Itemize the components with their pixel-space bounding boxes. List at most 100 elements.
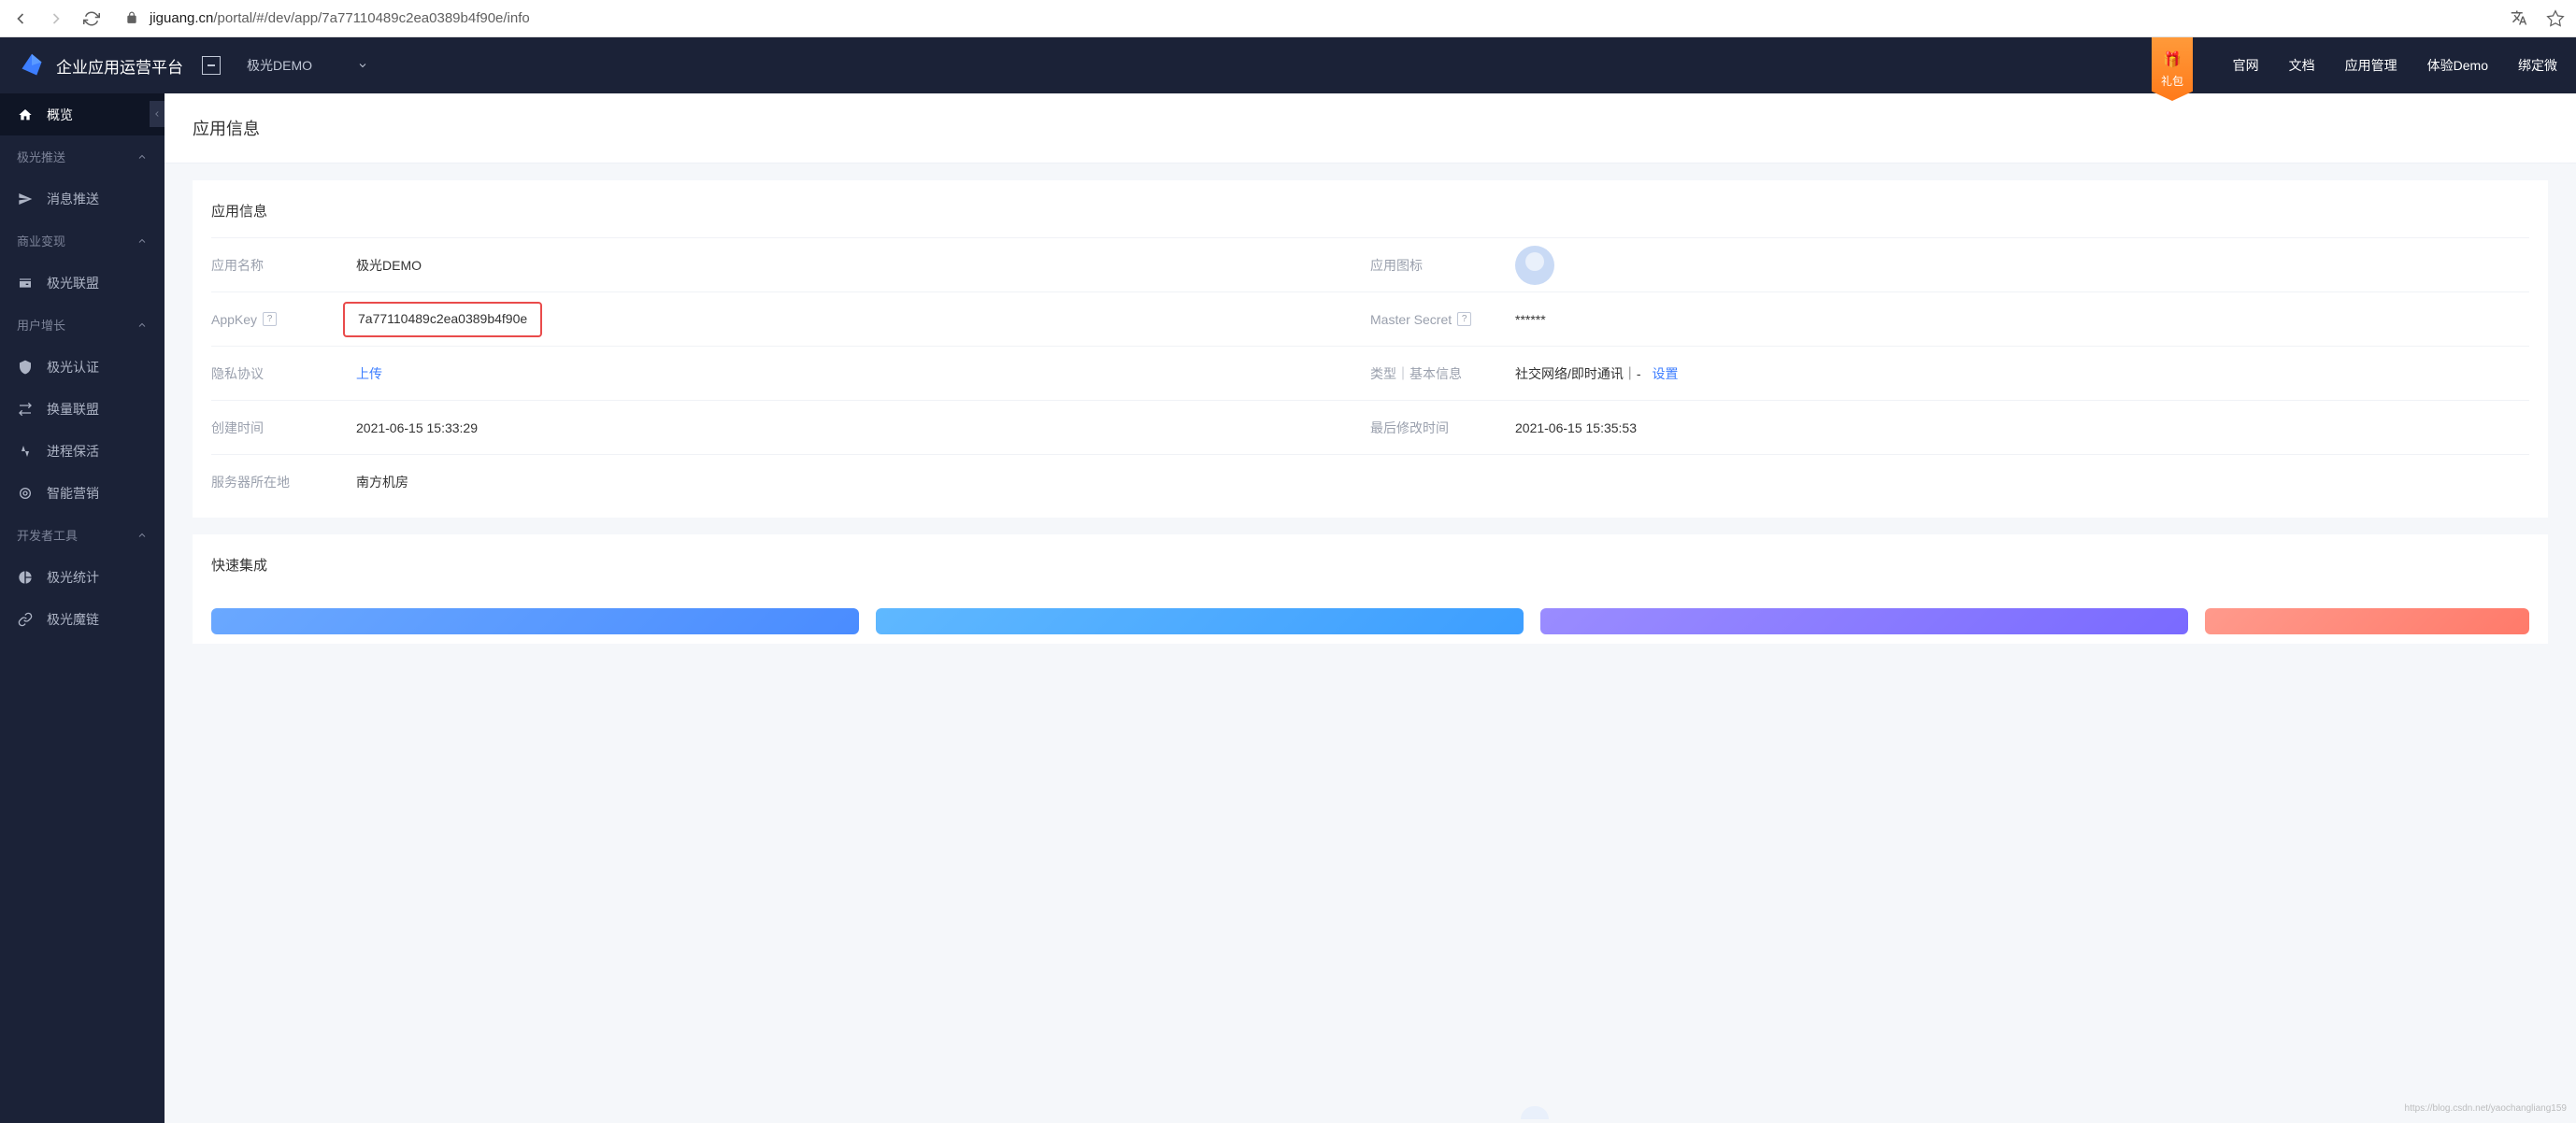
app-selector[interactable]: 极光DEMO: [247, 56, 368, 75]
value-appname: 极光DEMO: [356, 256, 422, 275]
header-nav: 官网 文档 应用管理 体验Demo 绑定微: [2233, 56, 2557, 75]
label-privacy: 隐私协议: [211, 364, 356, 383]
help-icon[interactable]: ?: [263, 312, 277, 326]
sidebar-item-marketing[interactable]: 智能营销: [0, 472, 165, 514]
value-typeinfo: 社交网络/即时通讯｜- 设置: [1515, 364, 1678, 383]
main-content: 应用信息 应用信息 应用名称 极光DEMO 应用图标 AppKe: [165, 93, 2576, 1123]
app-icon-avatar[interactable]: [1515, 246, 1554, 285]
sidebar-group-growth[interactable]: 用户增长: [0, 304, 165, 346]
sidebar-item-exchange[interactable]: 换量联盟: [0, 388, 165, 430]
quick-title: 快速集成: [211, 534, 2529, 591]
sidebar-group-devtools[interactable]: 开发者工具: [0, 514, 165, 556]
send-icon: [17, 191, 34, 207]
shield-icon: [17, 359, 34, 376]
chevron-down-icon: [357, 60, 368, 71]
link-icon: [17, 611, 34, 628]
sidebar-group-monetize[interactable]: 商业变现: [0, 220, 165, 262]
top-header: 企业应用运营平台 极光DEMO 🎁 礼包 官网 文档 应用管理 体验Demo 绑…: [0, 37, 2576, 93]
quick-card[interactable]: [211, 608, 859, 634]
heart-icon: [17, 443, 34, 460]
back-button[interactable]: [11, 9, 30, 28]
quick-card[interactable]: [1540, 608, 2188, 634]
nav-docs[interactable]: 文档: [2289, 56, 2315, 75]
sidebar-item-label: 极光认证: [47, 358, 99, 377]
nav-appmgmt[interactable]: 应用管理: [2345, 56, 2397, 75]
logo-icon: [19, 52, 45, 78]
label-appkey: AppKey ?: [211, 312, 356, 327]
translate-icon[interactable]: [2511, 9, 2529, 28]
quick-cards: [211, 591, 2529, 634]
sidebar-item-label: 换量联盟: [47, 400, 99, 419]
value-modified: 2021-06-15 15:35:53: [1515, 420, 1637, 435]
nav-arrows: [11, 9, 101, 28]
label-mastersecret: Master Secret ?: [1370, 312, 1515, 327]
sidebar-collapse-toggle[interactable]: [150, 101, 165, 127]
row-server: 服务器所在地 南方机房: [211, 454, 2529, 508]
nav-demo[interactable]: 体验Demo: [2427, 56, 2488, 75]
row-privacy: 隐私协议 上传 类型｜基本信息 社交网络/即时通讯｜- 设置: [211, 346, 2529, 400]
reload-button[interactable]: [82, 9, 101, 28]
help-icon[interactable]: ?: [1457, 312, 1471, 326]
label-server: 服务器所在地: [211, 473, 356, 491]
value-created: 2021-06-15 15:33:29: [356, 420, 478, 435]
logo-area: 企业应用运营平台: [19, 52, 183, 78]
chrome-actions: [2511, 9, 2565, 28]
sidebar-item-label: 极光魔链: [47, 610, 99, 629]
page-title: 应用信息: [165, 93, 2576, 163]
upload-link[interactable]: 上传: [356, 364, 382, 383]
forward-button[interactable]: [47, 9, 65, 28]
home-icon: [17, 107, 34, 123]
gift-ribbon[interactable]: 🎁 礼包: [2152, 37, 2193, 101]
target-icon: [17, 485, 34, 502]
sidebar-item-label: 进程保活: [47, 442, 99, 461]
card-title: 应用信息: [211, 180, 2529, 237]
sidebar-item-label: 极光统计: [47, 568, 99, 587]
watermark: https://blog.csdn.net/yaochangliang159: [2405, 1103, 2567, 1114]
sidebar-item-label: 极光联盟: [47, 274, 99, 292]
url-bar[interactable]: jiguang.cn/portal/#/dev/app/7a77110489c2…: [116, 10, 2496, 26]
gift-label: 礼包: [2161, 73, 2183, 89]
label-typeinfo: 类型｜基本信息: [1370, 364, 1515, 383]
row-appkey: AppKey ? 7a77110489c2ea0389b4f90e Master…: [211, 291, 2529, 346]
sidebar-group-push[interactable]: 极光推送: [0, 135, 165, 178]
sidebar: 概览 极光推送 消息推送 商业变现 极光联盟 用户增长 极光认证 换量联: [0, 93, 165, 1123]
value-server: 南方机房: [356, 473, 408, 491]
sidebar-item-label: 消息推送: [47, 190, 99, 208]
nav-bind[interactable]: 绑定微: [2518, 56, 2557, 75]
collapse-header-icon[interactable]: [202, 56, 221, 75]
platform-title: 企业应用运营平台: [56, 54, 183, 78]
value-mastersecret: ******: [1515, 312, 1546, 327]
sidebar-item-message-push[interactable]: 消息推送: [0, 178, 165, 220]
gift-icon: 🎁: [2163, 50, 2182, 69]
row-created: 创建时间 2021-06-15 15:33:29 最后修改时间 2021-06-…: [211, 400, 2529, 454]
sidebar-item-keepalive[interactable]: 进程保活: [0, 430, 165, 472]
lock-icon: [125, 11, 140, 26]
sidebar-item-label: 概览: [47, 106, 73, 124]
browser-chrome: jiguang.cn/portal/#/dev/app/7a77110489c2…: [0, 0, 2576, 37]
sidebar-item-stats[interactable]: 极光统计: [0, 556, 165, 598]
sidebar-item-alliance[interactable]: 极光联盟: [0, 262, 165, 304]
quick-card[interactable]: [876, 608, 1524, 634]
sidebar-item-label: 智能营销: [47, 484, 99, 503]
label-appicon: 应用图标: [1370, 256, 1515, 275]
app-selector-label: 极光DEMO: [247, 56, 312, 75]
quick-integration-card: 快速集成: [193, 534, 2548, 644]
quick-card[interactable]: [2205, 608, 2529, 634]
wallet-icon: [17, 275, 34, 291]
url-text: jiguang.cn/portal/#/dev/app/7a77110489c2…: [150, 10, 530, 26]
app-info-card: 应用信息 应用名称 极光DEMO 应用图标 AppKey ?: [193, 180, 2548, 518]
appkey-highlight: 7a77110489c2ea0389b4f90e: [343, 302, 542, 337]
label-modified: 最后修改时间: [1370, 419, 1515, 437]
settings-link[interactable]: 设置: [1652, 366, 1678, 381]
swap-icon: [17, 401, 34, 418]
star-icon[interactable]: [2546, 9, 2565, 28]
row-appname: 应用名称 极光DEMO 应用图标: [211, 237, 2529, 291]
sidebar-item-auth[interactable]: 极光认证: [0, 346, 165, 388]
sidebar-item-magiclink[interactable]: 极光魔链: [0, 598, 165, 640]
nav-official[interactable]: 官网: [2233, 56, 2259, 75]
label-appname: 应用名称: [211, 256, 356, 275]
label-created: 创建时间: [211, 419, 356, 437]
value-appkey: 7a77110489c2ea0389b4f90e: [358, 311, 527, 326]
pie-icon: [17, 569, 34, 586]
sidebar-item-overview[interactable]: 概览: [0, 93, 165, 135]
